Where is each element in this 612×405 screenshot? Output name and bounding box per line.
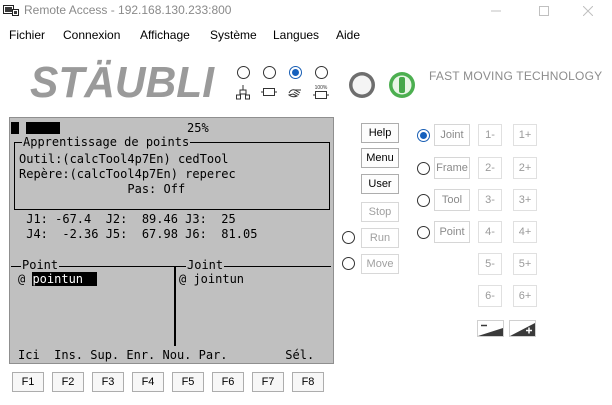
- f1-button[interactable]: F1: [12, 372, 44, 392]
- teach-title: Apprentissage de points: [22, 135, 191, 149]
- frame-button-tool[interactable]: Tool: [434, 189, 470, 211]
- app-icon: [3, 5, 19, 16]
- joint-header: Joint: [186, 258, 225, 272]
- minimize-button[interactable]: [476, 0, 516, 22]
- frame-button-joint[interactable]: Joint: [434, 124, 470, 146]
- speed-plus-icon: [510, 323, 535, 336]
- frame-button-point[interactable]: Point: [434, 221, 470, 243]
- speed-value: 25%: [187, 121, 209, 135]
- step-line: Pas: Off: [19, 182, 186, 196]
- speed-minus-button[interactable]: [477, 320, 504, 337]
- status-block: [26, 122, 60, 134]
- mode-radio-local[interactable]: [237, 66, 250, 79]
- joints-row-2: J4: -2.36 J5: 67.98 J6: 81.05: [19, 227, 258, 241]
- minimize-icon: [491, 10, 501, 12]
- tool-line: Outil:(calcTool4p7En) cedTool: [19, 152, 229, 166]
- menu-connexion[interactable]: Connexion: [63, 28, 120, 42]
- f7-button[interactable]: F7: [252, 372, 284, 392]
- jog-2-minus[interactable]: 2-: [478, 157, 502, 179]
- softkey-labels: Ici Ins. Sup. Enr. Nou. Par. Sél.: [18, 348, 315, 362]
- f8-button[interactable]: F8: [292, 372, 324, 392]
- power-lamp-icon: [349, 72, 375, 98]
- f5-button[interactable]: F5: [172, 372, 204, 392]
- mode-radio-manual[interactable]: [263, 66, 276, 79]
- help-button[interactable]: Help: [361, 123, 399, 143]
- maximize-button[interactable]: [524, 0, 564, 22]
- maximize-icon: [539, 6, 549, 16]
- f2-button[interactable]: F2: [52, 372, 84, 392]
- point-header: Point: [21, 258, 60, 272]
- joints-row-1: J1: -67.4 J2: 89.46 J3: 25: [19, 212, 236, 226]
- jog-5-plus[interactable]: 5+: [513, 253, 537, 275]
- window-title: Remote Access - 192.168.130.233:800: [24, 3, 232, 17]
- arm-power-lamp-icon: [389, 72, 415, 98]
- speed-plus-button[interactable]: [509, 320, 536, 337]
- status-block: [11, 122, 19, 134]
- move-radio[interactable]: [342, 257, 355, 270]
- user-button[interactable]: User: [361, 174, 399, 194]
- point-list-item[interactable]: @ pointun: [18, 272, 98, 286]
- jog-2-plus[interactable]: 2+: [513, 157, 537, 179]
- move-button[interactable]: Move: [361, 254, 399, 274]
- menu-button[interactable]: Menu: [361, 148, 399, 168]
- column-divider: [174, 266, 176, 346]
- jog-3-minus[interactable]: 3-: [478, 189, 502, 211]
- menu-affichage[interactable]: Affichage: [140, 28, 190, 42]
- menu-fichier[interactable]: Fichier: [9, 28, 45, 42]
- frame-button-frame[interactable]: Frame: [434, 157, 470, 179]
- frame-line: Repère:(calcTool4p7En) reperec: [19, 167, 236, 181]
- speed-minus-icon: [478, 324, 503, 336]
- menu-systeme[interactable]: Système: [210, 28, 257, 42]
- mode-radio-remote[interactable]: [315, 66, 328, 79]
- point-name: pointun: [32, 272, 98, 286]
- stop-button[interactable]: Stop: [361, 202, 399, 222]
- menu-aide[interactable]: Aide: [336, 28, 360, 42]
- local-mode-icon: [236, 85, 250, 100]
- frame-radio-joint[interactable]: [417, 129, 430, 142]
- svg-text:STÄUBLI: STÄUBLI: [30, 58, 215, 105]
- title-bar: Remote Access - 192.168.130.233:800: [0, 0, 612, 22]
- f4-button[interactable]: F4: [132, 372, 164, 392]
- f3-button[interactable]: F3: [92, 372, 124, 392]
- mode-radio-teach[interactable]: [289, 66, 302, 79]
- frame-radio-tool[interactable]: [417, 194, 430, 207]
- menu-langues[interactable]: Langues: [273, 28, 319, 42]
- jog-6-minus[interactable]: 6-: [478, 285, 502, 307]
- staubli-logo: STÄUBLI: [30, 58, 215, 105]
- svg-text:100%: 100%: [315, 85, 328, 91]
- joint-list-item[interactable]: @ jointun: [179, 272, 244, 286]
- jog-5-minus[interactable]: 5-: [478, 253, 502, 275]
- close-icon: [582, 5, 594, 17]
- frame-radio-frame[interactable]: [417, 162, 430, 175]
- point-prefix: @: [18, 272, 33, 286]
- pendant-screen: 25% Apprentissage de points Outil:(calcT…: [9, 117, 334, 364]
- run-radio[interactable]: [342, 231, 355, 244]
- teach-hand-mode-icon: [287, 89, 301, 98]
- run-button[interactable]: Run: [361, 228, 399, 248]
- jog-1-minus[interactable]: 1-: [478, 124, 502, 146]
- jog-6-plus[interactable]: 6+: [513, 285, 537, 307]
- manual-mode-icon: [261, 88, 277, 96]
- jog-4-plus[interactable]: 4+: [513, 221, 537, 243]
- frame-radio-point[interactable]: [417, 226, 430, 239]
- close-button[interactable]: [568, 0, 608, 22]
- tagline: FAST MOVING TECHNOLOGY: [429, 69, 603, 83]
- jog-3-plus[interactable]: 3+: [513, 189, 537, 211]
- jog-4-minus[interactable]: 4-: [478, 221, 502, 243]
- jog-1-plus[interactable]: 1+: [513, 124, 537, 146]
- f6-button[interactable]: F6: [212, 372, 244, 392]
- remote-100-mode-icon: 100%: [313, 85, 329, 99]
